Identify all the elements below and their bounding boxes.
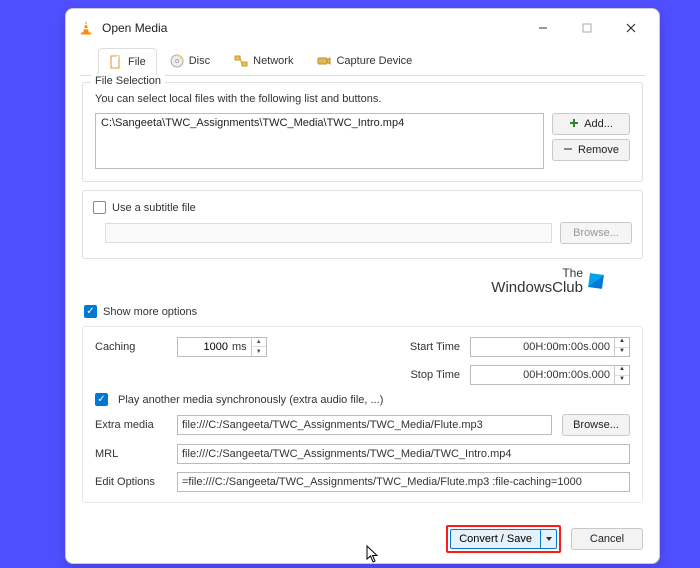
subtitle-browse-button: Browse... (560, 222, 632, 244)
cancel-button[interactable]: Cancel (571, 528, 643, 550)
file-list-item[interactable]: C:\Sangeeta\TWC_Assignments\TWC_Media\TW… (101, 117, 538, 129)
start-time-value: 00H:00m:00s.000 (471, 341, 614, 353)
tab-disc[interactable]: Disc (159, 47, 221, 75)
subtitle-path-field (105, 223, 552, 243)
minus-icon (563, 144, 573, 157)
stop-time-label: Stop Time (396, 369, 460, 381)
maximize-button[interactable] (565, 13, 609, 43)
mrl-value: file:///C:/Sangeeta/TWC_Assignments/TWC_… (182, 448, 512, 460)
group-title: File Selection (91, 75, 165, 87)
edit-options-label: Edit Options (95, 476, 167, 488)
tab-label: Capture Device (336, 55, 412, 67)
file-list[interactable]: C:\Sangeeta\TWC_Assignments\TWC_Media\TW… (95, 113, 544, 169)
watermark-line1: The (491, 267, 583, 280)
extra-media-value: file:///C:/Sangeeta/TWC_Assignments/TWC_… (182, 419, 483, 431)
subtitle-label: Use a subtitle file (112, 202, 196, 214)
window-title: Open Media (102, 21, 167, 35)
capture-icon (317, 54, 331, 68)
minimize-button[interactable] (521, 13, 565, 43)
stop-time-value: 00H:00m:00s.000 (471, 369, 614, 381)
dialog-footer: Convert / Save Cancel (66, 515, 659, 563)
tab-label: File (128, 56, 146, 68)
spin-up-icon[interactable]: ▲ (252, 338, 266, 347)
open-media-dialog: Open Media File Disc Network Capture Dev… (65, 8, 660, 564)
sync-label: Play another media synchronously (extra … (118, 394, 383, 406)
highlight-annotation: Convert / Save (446, 525, 561, 553)
extra-media-field[interactable]: file:///C:/Sangeeta/TWC_Assignments/TWC_… (177, 415, 552, 435)
button-label: Browse... (573, 419, 619, 431)
button-label: Remove (578, 144, 619, 156)
subtitle-group: Use a subtitle file Browse... (82, 190, 643, 259)
remove-button[interactable]: Remove (552, 139, 630, 161)
button-label: Browse... (573, 227, 619, 239)
close-button[interactable] (609, 13, 653, 43)
edit-options-value: =file:///C:/Sangeeta/TWC_Assignments/TWC… (182, 476, 582, 488)
show-more-row: Show more options (82, 301, 643, 326)
extra-browse-button[interactable]: Browse... (562, 414, 630, 436)
convert-save-button[interactable]: Convert / Save (450, 529, 557, 549)
plus-icon (569, 118, 579, 131)
dialog-body: File Selection You can select local file… (66, 76, 659, 515)
mrl-label: MRL (95, 448, 167, 460)
spin-down-icon[interactable]: ▼ (615, 347, 629, 356)
advanced-options: Caching ms ▲▼ Start Time 00H:00m:00s.000… (82, 326, 643, 503)
file-selection-group: File Selection You can select local file… (82, 82, 643, 182)
caching-input[interactable] (178, 341, 232, 353)
button-label: Add... (584, 118, 613, 130)
network-icon (234, 54, 248, 68)
tab-network[interactable]: Network (223, 47, 304, 75)
tab-file[interactable]: File (98, 48, 157, 76)
sync-checkbox[interactable] (95, 393, 108, 406)
stop-time-field[interactable]: 00H:00m:00s.000 ▲▼ (470, 365, 630, 385)
watermark: The WindowsClub (82, 267, 643, 295)
dropdown-arrow-icon[interactable] (541, 529, 557, 549)
show-more-checkbox[interactable] (84, 305, 97, 318)
start-time-field[interactable]: 00H:00m:00s.000 ▲▼ (470, 337, 630, 357)
start-time-label: Start Time (396, 341, 460, 353)
caching-unit: ms (232, 341, 251, 353)
extra-media-label: Extra media (95, 419, 167, 431)
tab-label: Network (253, 55, 293, 67)
file-icon (109, 55, 123, 69)
subtitle-checkbox[interactable] (93, 201, 106, 214)
caching-label: Caching (95, 341, 167, 353)
titlebar: Open Media (66, 9, 659, 47)
button-label: Cancel (590, 533, 624, 545)
edit-options-field[interactable]: =file:///C:/Sangeeta/TWC_Assignments/TWC… (177, 472, 630, 492)
add-button[interactable]: Add... (552, 113, 630, 135)
mrl-field[interactable]: file:///C:/Sangeeta/TWC_Assignments/TWC_… (177, 444, 630, 464)
spin-up-icon[interactable]: ▲ (615, 366, 629, 375)
spin-up-icon[interactable]: ▲ (615, 338, 629, 347)
button-label: Convert / Save (450, 529, 541, 549)
tab-label: Disc (189, 55, 210, 67)
windows-logo-icon (588, 273, 604, 289)
tab-capture[interactable]: Capture Device (306, 47, 423, 75)
caching-spinner[interactable]: ms ▲▼ (177, 337, 267, 357)
show-more-label: Show more options (103, 306, 197, 318)
tab-bar: File Disc Network Capture Device (80, 47, 645, 76)
vlc-cone-icon (78, 20, 94, 36)
spin-down-icon[interactable]: ▼ (615, 375, 629, 384)
disc-icon (170, 54, 184, 68)
spin-down-icon[interactable]: ▼ (252, 347, 266, 356)
file-hint: You can select local files with the foll… (95, 93, 630, 105)
watermark-line2: WindowsClub (491, 280, 583, 296)
mouse-cursor-icon (366, 545, 380, 563)
